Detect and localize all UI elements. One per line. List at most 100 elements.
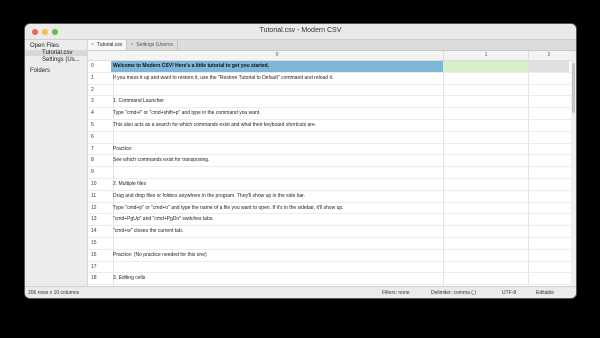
table-row[interactable]: 9 <box>88 167 576 179</box>
cell-col-0[interactable]: See which commands exist for transposing… <box>111 155 444 166</box>
table-row[interactable]: 14 "cmd+w" closes the current tab. <box>88 226 576 238</box>
cell-col-1[interactable] <box>443 167 528 178</box>
cell-col-2[interactable] <box>528 108 569 119</box>
cell-col-0[interactable] <box>111 85 444 96</box>
table-row[interactable]: 12 Type "cmd+p" or "cmd+o" and type the n… <box>88 202 576 215</box>
table-row[interactable]: 5 This also acts as a search for which co… <box>88 119 576 132</box>
tab-label: Tutorial.csv <box>96 42 123 48</box>
cell-col-0[interactable] <box>111 262 444 273</box>
cell-col-0[interactable]: Practice: (No practice needed for this o… <box>111 250 444 261</box>
window-title: Tutorial.csv - Modern CSV <box>259 27 342 34</box>
cell-col-2[interactable] <box>528 202 569 214</box>
tab-tutorial[interactable]: × Tutorial.csv <box>88 40 128 50</box>
table-row[interactable]: 16 Practice: (No practice needed for this… <box>88 249 576 262</box>
cell-col-2[interactable] <box>528 261 569 273</box>
cell-col-2[interactable] <box>528 119 569 131</box>
cell-col-1[interactable] <box>443 273 528 285</box>
status-bar: 206 rows x 10 columns Filters: none Deli… <box>25 286 576 298</box>
table-row[interactable]: 8 See which commands exist for transposin… <box>88 155 576 168</box>
column-header-2[interactable]: 2 <box>529 52 569 58</box>
cell-col-2[interactable] <box>528 237 569 249</box>
spreadsheet-grid[interactable]: 0 1 2 0 Welcome to Modern CSV! Here's a l… <box>88 51 576 286</box>
cell-col-0[interactable]: Practice: <box>111 144 444 155</box>
cell-col-2[interactable] <box>528 155 569 167</box>
cell-col-1[interactable] <box>443 119 528 131</box>
table-row[interactable]: 13 "cmd+PgUp" and "cmd+PgDn" switches tab… <box>88 214 576 227</box>
tab-bar: × Tutorial.csv × Settings (Userov <box>88 40 576 51</box>
table-row[interactable]: 17 <box>88 261 576 274</box>
cell-col-1[interactable] <box>443 178 528 190</box>
column-header-0[interactable]: 0 <box>111 52 443 58</box>
cell-col-2[interactable] <box>528 72 569 84</box>
cell-col-0[interactable]: If you mess it up and want to restore it… <box>111 73 444 84</box>
table-row[interactable]: 10 2. Multiple files <box>88 178 576 191</box>
vertical-scrollbar[interactable] <box>571 51 576 286</box>
table-row[interactable]: 4 Type "cmd+l" or "cmd+shift+p" and type … <box>88 108 576 120</box>
cell-col-0[interactable]: 3. Editing cells <box>111 273 444 284</box>
cell-col-2[interactable] <box>528 143 569 155</box>
table-row[interactable]: 6 <box>88 131 576 144</box>
cell-col-1[interactable] <box>443 155 528 167</box>
cell-col-0[interactable] <box>111 167 444 178</box>
cell-col-1[interactable] <box>443 261 528 273</box>
cell-col-1[interactable] <box>443 237 528 249</box>
encoding-status[interactable]: UTF-8 <box>502 290 516 296</box>
cell-col-2[interactable] <box>528 84 569 96</box>
rows-container: 0 Welcome to Modern CSV! Here's a little … <box>88 61 576 286</box>
table-row[interactable]: 2 <box>88 84 576 97</box>
cell-col-0[interactable]: 2. Multiple files <box>111 179 444 190</box>
column-header-1[interactable]: 1 <box>444 52 528 58</box>
cell-col-0[interactable]: Drag and drop files or folders anywhere … <box>111 191 444 202</box>
table-row[interactable]: 7 Practice: <box>88 143 576 156</box>
cell-col-0[interactable]: Type "cmd+l" or "cmd+shift+p" and type i… <box>111 108 444 119</box>
cell-col-0[interactable]: "cmd+PgUp" and "cmd+PgDn" switches tabs. <box>111 214 444 225</box>
sidebar-file-tutorial[interactable]: Tutorial.csv <box>25 50 87 56</box>
close-tab-icon[interactable]: × <box>91 42 94 48</box>
size-status: 206 rows x 10 columns <box>28 289 80 296</box>
cell-col-0[interactable] <box>111 132 444 143</box>
cell-col-2[interactable] <box>528 167 569 178</box>
cell-col-1[interactable] <box>443 226 528 237</box>
table-row[interactable]: 11 Drag and drop files or folders anywher… <box>88 190 576 203</box>
cell-col-1[interactable] <box>443 249 528 261</box>
cell-col-2[interactable] <box>528 96 569 108</box>
cell-col-0[interactable]: Type "cmd+p" or "cmd+o" and type the nam… <box>111 203 444 214</box>
mode-status[interactable]: Editable <box>536 290 554 296</box>
tab-label: Settings (Userov <box>136 42 174 48</box>
cell-col-0[interactable]: "cmd+w" closes the current tab. <box>111 226 444 237</box>
cell-col-0[interactable]: Welcome to Modern CSV! Here's a little t… <box>111 61 444 72</box>
cell-col-2[interactable] <box>528 190 569 202</box>
sidebar: Open Files Tutorial.csv Settings (Us... … <box>25 40 88 286</box>
cell-col-1[interactable] <box>443 108 528 119</box>
open-files-label: Open Files <box>30 43 60 49</box>
cell-col-1[interactable] <box>443 96 528 108</box>
cell-col-1[interactable] <box>443 61 528 72</box>
delimiter-status[interactable]: Delimiter: comma (,) <box>431 290 476 296</box>
cell-col-2[interactable] <box>528 131 569 143</box>
cell-col-2[interactable] <box>528 249 569 261</box>
close-tab-icon[interactable]: × <box>130 42 133 48</box>
tab-settings[interactable]: × Settings (Userov <box>127 40 179 50</box>
cell-col-2[interactable] <box>528 273 569 285</box>
cell-col-1[interactable] <box>443 131 528 143</box>
cell-col-1[interactable] <box>443 72 528 84</box>
cell-col-2[interactable] <box>528 226 569 237</box>
table-row[interactable]: 0 Welcome to Modern CSV! Here's a little … <box>88 61 576 73</box>
cell-col-0[interactable] <box>111 238 444 249</box>
cell-col-0[interactable]: This also acts as a search for which com… <box>111 120 444 131</box>
cell-col-2[interactable] <box>528 61 569 72</box>
table-row[interactable]: 1 If you mess it up and want to restore i… <box>88 72 576 85</box>
cell-col-1[interactable] <box>443 143 528 155</box>
cell-col-2[interactable] <box>528 178 569 190</box>
cell-col-1[interactable] <box>443 202 528 214</box>
scrollbar-thumb[interactable] <box>572 63 575 113</box>
filters-status[interactable]: Filters: none <box>382 290 410 296</box>
table-row[interactable]: 3 1. Command Launcher <box>88 96 576 109</box>
table-row[interactable]: 18 3. Editing cells <box>88 273 576 286</box>
cell-col-1[interactable] <box>443 214 528 226</box>
cell-col-1[interactable] <box>443 190 528 202</box>
cell-col-0[interactable]: 1. Command Launcher <box>111 96 444 107</box>
table-row[interactable]: 15 <box>88 237 576 250</box>
cell-col-1[interactable] <box>443 84 528 96</box>
cell-col-2[interactable] <box>528 214 569 226</box>
